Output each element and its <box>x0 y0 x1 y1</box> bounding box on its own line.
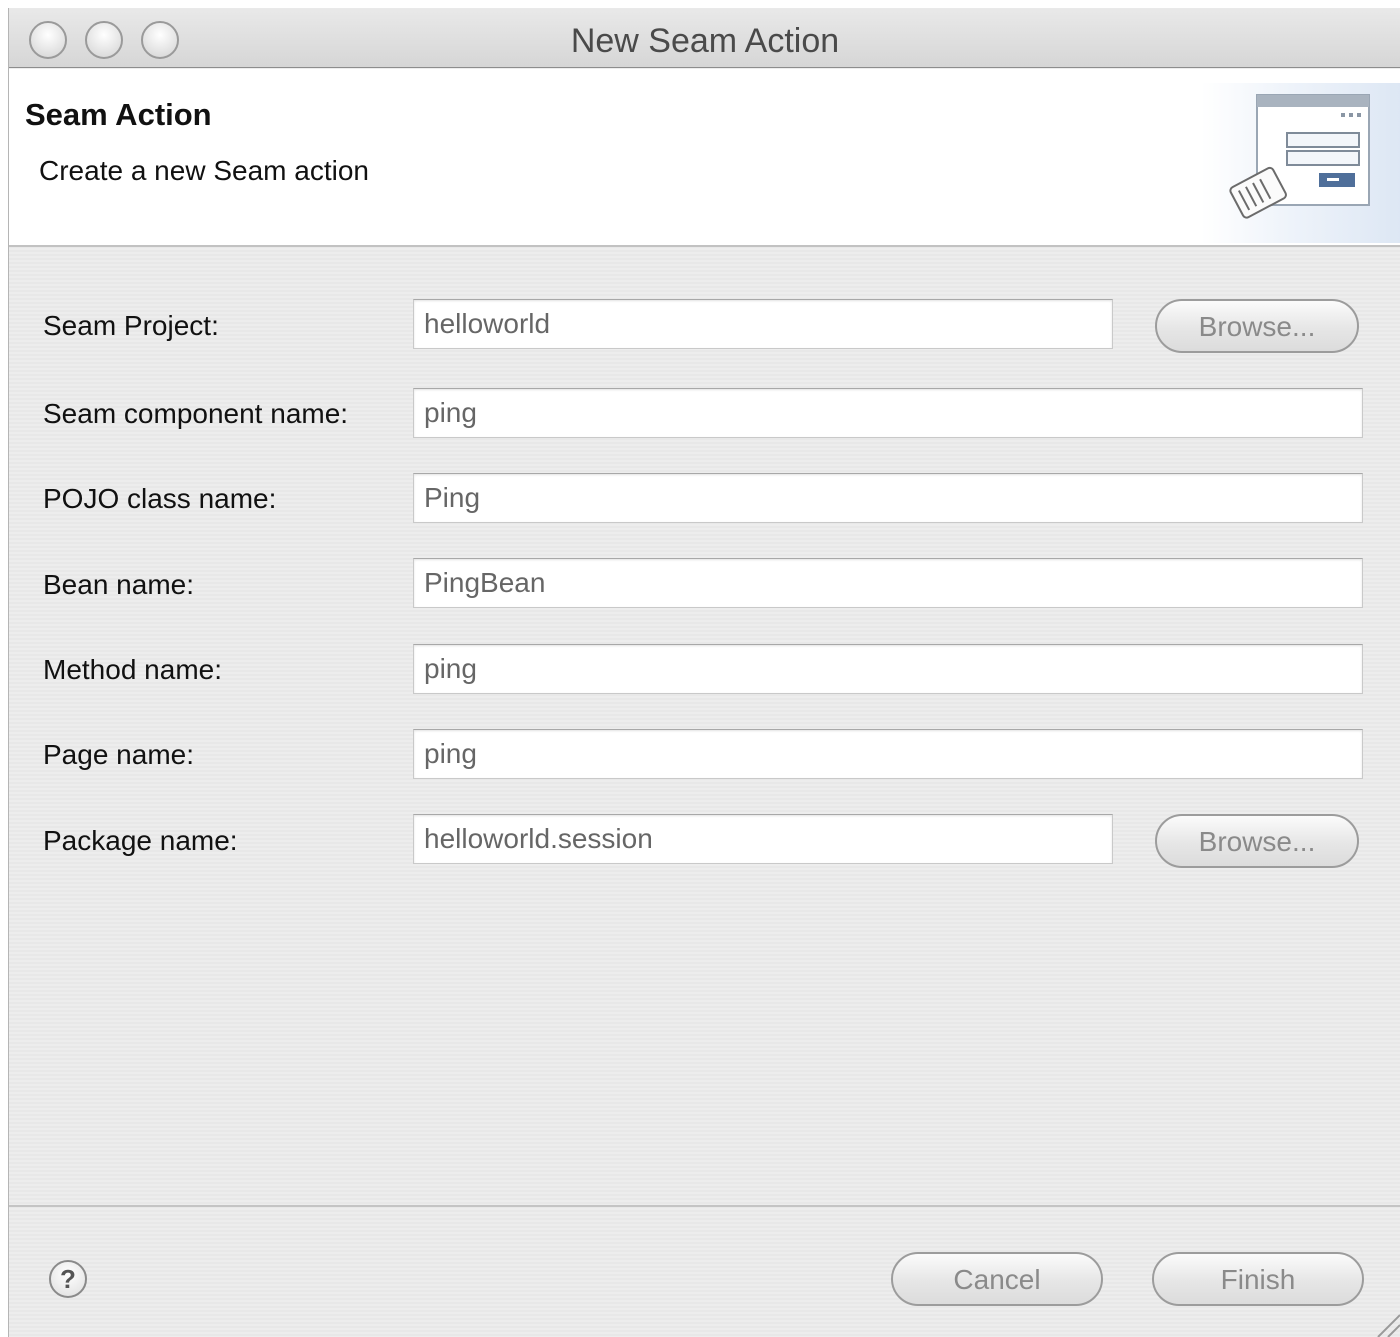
seam-project-label: Seam Project: <box>43 310 219 341</box>
browse-project-button[interactable]: Browse... <box>1155 299 1359 353</box>
pojo-class-label: POJO class name: <box>43 483 277 514</box>
page-name-label: Page name: <box>43 739 194 770</box>
component-name-label: Seam component name: <box>43 398 349 429</box>
method-name-field[interactable]: ping <box>413 644 1363 694</box>
resize-grip-icon[interactable] <box>1370 1307 1400 1337</box>
wizard-window-graphic <box>1229 94 1370 219</box>
pojo-class-field[interactable]: Ping <box>413 473 1363 523</box>
wizard-banner-icon <box>1201 83 1400 243</box>
dialog-window: New Seam Action Seam Action Create a new… <box>8 8 1400 1337</box>
component-name-field[interactable]: ping <box>413 388 1363 438</box>
banner-title: Seam Action <box>25 97 212 132</box>
window-title: New Seam Action <box>570 22 840 60</box>
finish-button[interactable]: Finish <box>1152 1252 1364 1306</box>
title-bar[interactable]: New Seam Action <box>9 8 1400 68</box>
help-icon[interactable]: ? <box>49 1260 87 1298</box>
method-name-label: Method name: <box>43 654 222 685</box>
page-name-field[interactable]: ping <box>413 729 1363 779</box>
package-name-label: Package name: <box>43 825 238 856</box>
banner-description: Create a new Seam action <box>39 155 369 186</box>
package-name-field[interactable]: helloworld.session <box>413 814 1113 864</box>
bean-name-field[interactable]: PingBean <box>413 558 1363 608</box>
wizard-banner: Seam Action Create a new Seam action <box>9 69 1400 247</box>
browse-package-button[interactable]: Browse... <box>1155 814 1359 868</box>
footer-divider <box>9 1205 1400 1207</box>
bean-name-label: Bean name: <box>43 569 194 600</box>
cancel-button[interactable]: Cancel <box>891 1252 1103 1306</box>
seam-project-field[interactable]: helloworld <box>413 299 1113 349</box>
